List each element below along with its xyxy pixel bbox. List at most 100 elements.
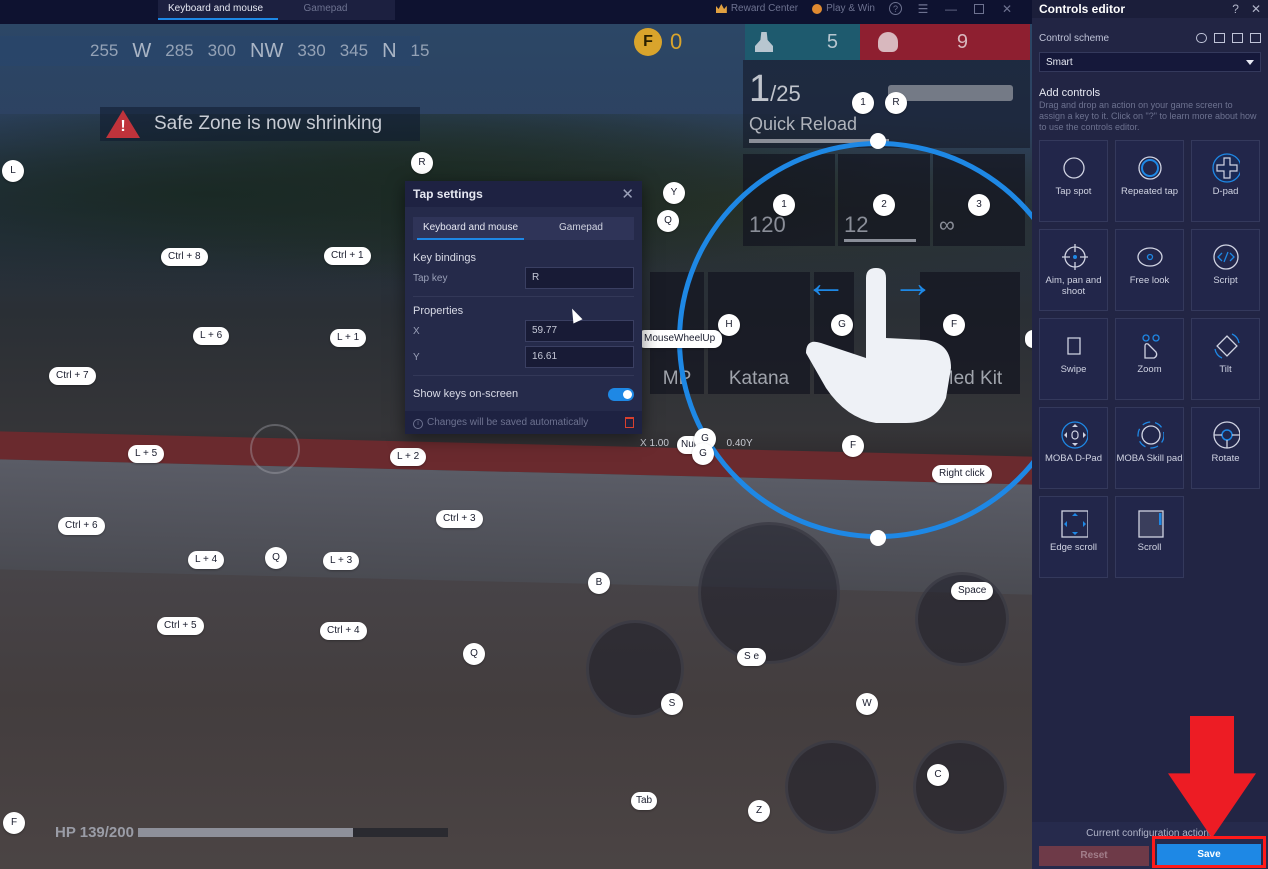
key-marker[interactable]: Ctrl + 1 — [324, 247, 371, 265]
key-marker[interactable]: L — [2, 160, 24, 182]
key-marker[interactable]: MouseWheelUp — [637, 330, 723, 348]
key-marker[interactable]: S e — [737, 648, 767, 666]
key-marker[interactable]: Y — [663, 182, 685, 204]
fire-button[interactable] — [698, 522, 840, 664]
key-marker[interactable]: R — [885, 92, 907, 114]
key-marker[interactable]: W — [856, 693, 878, 715]
panel-title: Controls editor — [1039, 2, 1125, 16]
key-marker[interactable]: Ctrl + 4 — [320, 622, 367, 640]
key-marker[interactable]: F — [842, 435, 864, 457]
help-icon[interactable]: ? — [889, 2, 902, 15]
control-tile-edge-scroll[interactable]: Edge scroll — [1039, 496, 1108, 578]
prone-button[interactable] — [785, 740, 879, 834]
control-tile-swipe[interactable]: Swipe — [1039, 318, 1108, 400]
key-marker[interactable]: Space — [951, 582, 994, 600]
key-marker[interactable]: 1 — [773, 194, 795, 216]
key-marker[interactable]: L + 2 — [390, 448, 427, 466]
key-marker[interactable]: G — [831, 314, 853, 336]
panel-header: Controls editor ? ✕ — [1032, 0, 1268, 18]
zoom-icon — [1136, 332, 1164, 360]
key-marker[interactable]: Ctrl + 5 — [157, 617, 204, 635]
properties-heading: Properties — [413, 305, 464, 317]
key-marker[interactable]: Right click — [932, 465, 992, 483]
control-tile-tilt[interactable]: Tilt — [1191, 318, 1260, 400]
key-marker[interactable]: F — [3, 812, 25, 834]
reset-button[interactable]: Reset — [1039, 846, 1149, 866]
reward-center-button[interactable]: Reward Center — [715, 3, 798, 14]
x-position-input[interactable]: 59.77 — [525, 320, 634, 342]
shotgun-icon — [888, 85, 1013, 101]
maximize-icon[interactable] — [972, 2, 986, 16]
script-icon — [1212, 243, 1240, 271]
key-marker[interactable]: 2 — [873, 194, 895, 216]
alive-counter: 5 — [745, 24, 860, 60]
info-icon: i — [413, 418, 423, 429]
key-marker[interactable]: H — [718, 314, 740, 336]
control-tile-dpad[interactable]: D-pad — [1191, 140, 1260, 222]
dialog-tab-gamepad[interactable]: Gamepad — [528, 217, 634, 240]
key-marker[interactable]: R — [411, 152, 433, 174]
control-tile-moba-dpad[interactable]: MOBA D-Pad — [1039, 407, 1108, 489]
control-tile-script[interactable]: Script — [1191, 229, 1260, 311]
key-marker[interactable]: Ctrl + 6 — [58, 517, 105, 535]
y-position-input[interactable]: 16.61 — [525, 346, 634, 368]
key-marker[interactable]: 1 — [852, 92, 874, 114]
dialog-close-icon[interactable]: ✕ — [621, 185, 634, 203]
control-tile-aim[interactable]: Aim, pan and shoot — [1039, 229, 1108, 311]
control-tile-moba-skill[interactable]: MOBA Skill pad — [1115, 407, 1184, 489]
hp-bar — [137, 828, 448, 837]
help-icon[interactable]: ? — [1232, 2, 1239, 16]
control-tile-label: Aim, pan and shoot — [1045, 275, 1102, 297]
coin-icon — [812, 3, 823, 14]
key-marker[interactable]: Q — [657, 210, 679, 232]
ring-resize-handle-top[interactable] — [870, 133, 886, 149]
key-marker[interactable]: Ctrl + 8 — [161, 248, 208, 266]
control-scheme-select[interactable]: Smart — [1039, 52, 1261, 72]
control-tile-free-look[interactable]: Free look — [1115, 229, 1184, 311]
dialog-tab-keyboard[interactable]: Keyboard and mouse — [413, 217, 528, 240]
kill-counter: 9 — [860, 24, 1030, 60]
tab-keyboard-mouse[interactable]: Keyboard and mouse — [158, 0, 278, 20]
key-marker[interactable]: 3 — [968, 194, 990, 216]
ring-resize-handle-bottom[interactable] — [870, 530, 886, 546]
key-marker[interactable]: L + 3 — [323, 552, 360, 570]
close-icon[interactable]: ✕ — [1000, 2, 1014, 16]
key-marker[interactable]: F — [943, 314, 965, 336]
key-marker[interactable]: Ctrl + 7 — [49, 367, 96, 385]
key-marker[interactable]: S — [661, 693, 683, 715]
key-marker[interactable]: Q — [265, 547, 287, 569]
crosshair-icon — [250, 424, 300, 474]
export-icon[interactable] — [1232, 33, 1243, 43]
key-marker[interactable]: Tab — [631, 792, 658, 810]
hp-bar-fill — [137, 828, 354, 837]
control-tile-repeated-tap[interactable]: Repeated tap — [1115, 140, 1184, 222]
key-marker[interactable]: L + 6 — [193, 327, 230, 345]
close-icon[interactable]: ✕ — [1251, 2, 1261, 16]
key-marker[interactable]: Q — [463, 643, 485, 665]
key-marker[interactable]: Z — [748, 800, 770, 822]
key-marker[interactable]: L + 4 — [188, 551, 225, 569]
key-marker[interactable]: C — [927, 764, 949, 786]
key-marker[interactable]: L + 5 — [128, 445, 165, 463]
control-tile-label: Free look — [1129, 275, 1170, 286]
key-marker[interactable]: L + 1 — [330, 329, 367, 347]
key-marker[interactable]: Ctrl + 3 — [436, 510, 483, 528]
tap-key-input[interactable]: R — [525, 267, 634, 289]
cloud-sync-icon[interactable] — [1196, 33, 1207, 43]
folder-icon[interactable] — [1250, 33, 1261, 43]
scale-x: X 1.00 — [640, 438, 669, 449]
delete-icon[interactable] — [625, 417, 634, 428]
key-marker[interactable]: B — [588, 572, 610, 594]
show-keys-toggle[interactable] — [608, 387, 634, 401]
control-tile-rotate[interactable]: Rotate — [1191, 407, 1260, 489]
play-win-button[interactable]: Play & Win — [812, 3, 875, 14]
key-marker[interactable]: G — [692, 443, 714, 465]
control-tile-zoom[interactable]: Zoom — [1115, 318, 1184, 400]
menu-icon[interactable]: ☰ — [916, 2, 930, 16]
control-tile-tap-spot[interactable]: Tap spot — [1039, 140, 1108, 222]
tab-gamepad[interactable]: Gamepad — [278, 0, 373, 20]
import-icon[interactable] — [1214, 33, 1225, 43]
control-tile-scroll[interactable]: Scroll — [1115, 496, 1184, 578]
minimize-icon[interactable]: — — [944, 2, 958, 16]
crouch-button[interactable] — [913, 740, 1007, 834]
